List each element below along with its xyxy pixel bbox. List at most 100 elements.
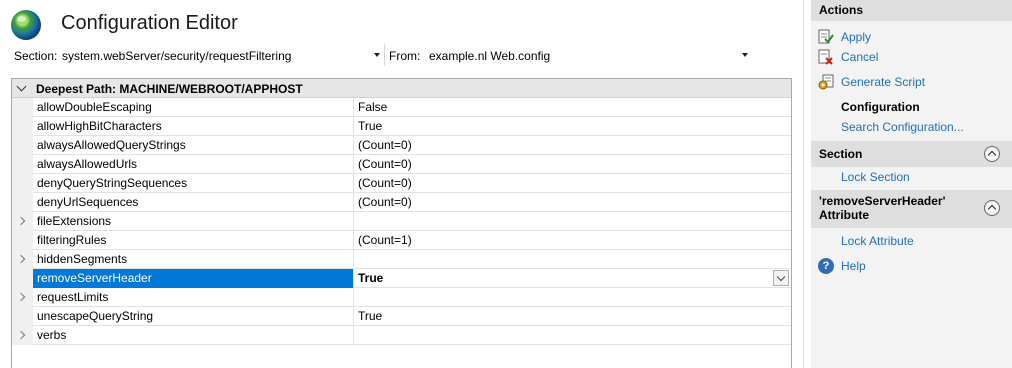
property-row-unescapeQueryString[interactable]: unescapeQueryString True [12, 307, 791, 326]
actions-title: Actions [819, 3, 864, 17]
property-row-requestLimits[interactable]: requestLimits [12, 288, 791, 307]
property-name[interactable]: hiddenSegments [33, 250, 354, 269]
property-value[interactable] [354, 326, 791, 345]
generate-script-link[interactable]: Generate Script [841, 75, 925, 89]
property-name[interactable]: removeServerHeader [33, 269, 354, 288]
attribute-group-header: 'removeServerHeader' Attribute [811, 190, 1012, 228]
section-value: system.webServer/security/requestFilteri… [62, 49, 292, 63]
property-grid: Deepest Path: MACHINE/WEBROOT/APPHOST al… [11, 78, 792, 368]
property-name[interactable]: unescapeQueryString [33, 307, 354, 326]
property-value[interactable]: (Count=0) [354, 174, 791, 193]
property-row-allowDoubleEscaping[interactable]: allowDoubleEscaping False [12, 98, 791, 117]
chevron-right-icon[interactable] [16, 216, 26, 226]
section-dropdown[interactable]: system.webServer/security/requestFilteri… [58, 44, 385, 66]
property-value-text: (Count=1) [358, 233, 412, 247]
chevron-down-icon [742, 53, 748, 57]
from-label: From: [389, 49, 421, 63]
grid-group-header[interactable]: Deepest Path: MACHINE/WEBROOT/APPHOST [12, 79, 791, 98]
property-value-text: (Count=0) [358, 157, 412, 171]
row-gutter [12, 269, 33, 288]
property-row-fileExtensions[interactable]: fileExtensions [12, 212, 791, 231]
row-gutter [12, 117, 33, 136]
property-name[interactable]: denyQueryStringSequences [33, 174, 354, 193]
configuration-heading: Configuration [841, 100, 920, 114]
property-name[interactable]: alwaysAllowedQueryStrings [33, 136, 354, 155]
configuration-editor-panel: Configuration Editor Section: system.web… [0, 0, 803, 368]
chevron-right-icon[interactable] [16, 292, 26, 302]
chevron-right-icon[interactable] [16, 254, 26, 264]
help-link[interactable]: Help [841, 259, 866, 273]
property-row-verbs[interactable]: verbs [12, 326, 791, 345]
cancel-link[interactable]: Cancel [841, 50, 878, 64]
property-row-denyUrlSequences[interactable]: denyUrlSequences (Count=0) [12, 193, 791, 212]
property-name[interactable]: requestLimits [33, 288, 354, 307]
property-value[interactable] [354, 212, 791, 231]
row-gutter [12, 155, 33, 174]
row-gutter[interactable] [12, 250, 33, 269]
chevron-down-icon [374, 53, 380, 57]
globe-icon [11, 10, 41, 40]
property-value[interactable]: True [354, 269, 791, 288]
property-value-text: (Count=0) [358, 176, 412, 190]
property-row-alwaysAllowedUrls[interactable]: alwaysAllowedUrls (Count=0) [12, 155, 791, 174]
collapse-icon[interactable] [984, 200, 1000, 216]
section-label: Section: [14, 49, 58, 63]
property-value[interactable]: False [354, 98, 791, 117]
collapse-icon[interactable] [984, 146, 1000, 162]
deepest-path-label: Deepest Path: MACHINE/WEBROOT/APPHOST [36, 82, 303, 96]
section-group-header: Section [811, 141, 1012, 167]
chevron-right-icon[interactable] [16, 330, 26, 340]
property-value-text: True [358, 271, 384, 285]
row-gutter[interactable] [12, 326, 33, 345]
row-gutter [12, 231, 33, 250]
property-name[interactable]: alwaysAllowedUrls [33, 155, 354, 174]
property-row-removeServerHeader[interactable]: removeServerHeader True [12, 269, 791, 288]
property-value[interactable]: (Count=0) [354, 193, 791, 212]
property-value-text: False [358, 100, 388, 114]
from-dropdown[interactable]: example.nl Web.config [425, 44, 753, 66]
section-title: Section [819, 147, 863, 161]
property-name[interactable]: denyUrlSequences [33, 193, 354, 212]
property-name[interactable]: fileExtensions [33, 212, 354, 231]
row-gutter [12, 193, 33, 212]
chevron-down-icon[interactable] [16, 81, 27, 92]
property-name[interactable]: filteringRules [33, 231, 354, 250]
apply-link[interactable]: Apply [841, 30, 871, 44]
lock-section-link[interactable]: Lock Section [841, 170, 910, 184]
search-configuration-link[interactable]: Search Configuration... [841, 120, 964, 134]
property-value[interactable] [354, 250, 791, 269]
attribute-title-line2: Attribute [819, 208, 869, 222]
page-title: Configuration Editor [61, 12, 238, 34]
property-row-hiddenSegments[interactable]: hiddenSegments [12, 250, 791, 269]
property-value[interactable] [354, 288, 791, 307]
apply-icon [818, 29, 834, 44]
row-gutter [12, 307, 33, 326]
lock-attribute-link[interactable]: Lock Attribute [841, 234, 914, 248]
from-value: example.nl Web.config [429, 49, 551, 63]
row-gutter[interactable] [12, 288, 33, 307]
property-value-text: True [358, 309, 383, 323]
property-value[interactable]: True [354, 117, 791, 136]
property-name[interactable]: allowHighBitCharacters [33, 117, 354, 136]
row-gutter[interactable] [12, 212, 33, 231]
value-dropdown-button[interactable] [773, 270, 789, 286]
property-value[interactable]: (Count=0) [354, 136, 791, 155]
property-value[interactable]: (Count=1) [354, 231, 791, 250]
property-row-denyQueryStringSequences[interactable]: denyQueryStringSequences (Count=0) [12, 174, 791, 193]
property-name[interactable]: verbs [33, 326, 354, 345]
property-value-text: True [358, 119, 383, 133]
attribute-title-line1: 'removeServerHeader' [819, 194, 946, 208]
property-row-alwaysAllowedQueryStrings[interactable]: alwaysAllowedQueryStrings (Count=0) [12, 136, 791, 155]
actions-pane: Actions Apply Cancel Generate Script Con… [811, 0, 1012, 368]
property-row-allowHighBitCharacters[interactable]: allowHighBitCharacters True [12, 117, 791, 136]
property-row-filteringRules[interactable]: filteringRules (Count=1) [12, 231, 791, 250]
cancel-icon [818, 49, 833, 65]
script-icon [818, 74, 834, 90]
property-name[interactable]: allowDoubleEscaping [33, 98, 354, 117]
property-value[interactable]: (Count=0) [354, 155, 791, 174]
row-gutter [12, 174, 33, 193]
help-icon: ? [818, 258, 834, 274]
row-gutter [12, 98, 33, 117]
property-value[interactable]: True [354, 307, 791, 326]
splitter[interactable] [803, 0, 811, 368]
